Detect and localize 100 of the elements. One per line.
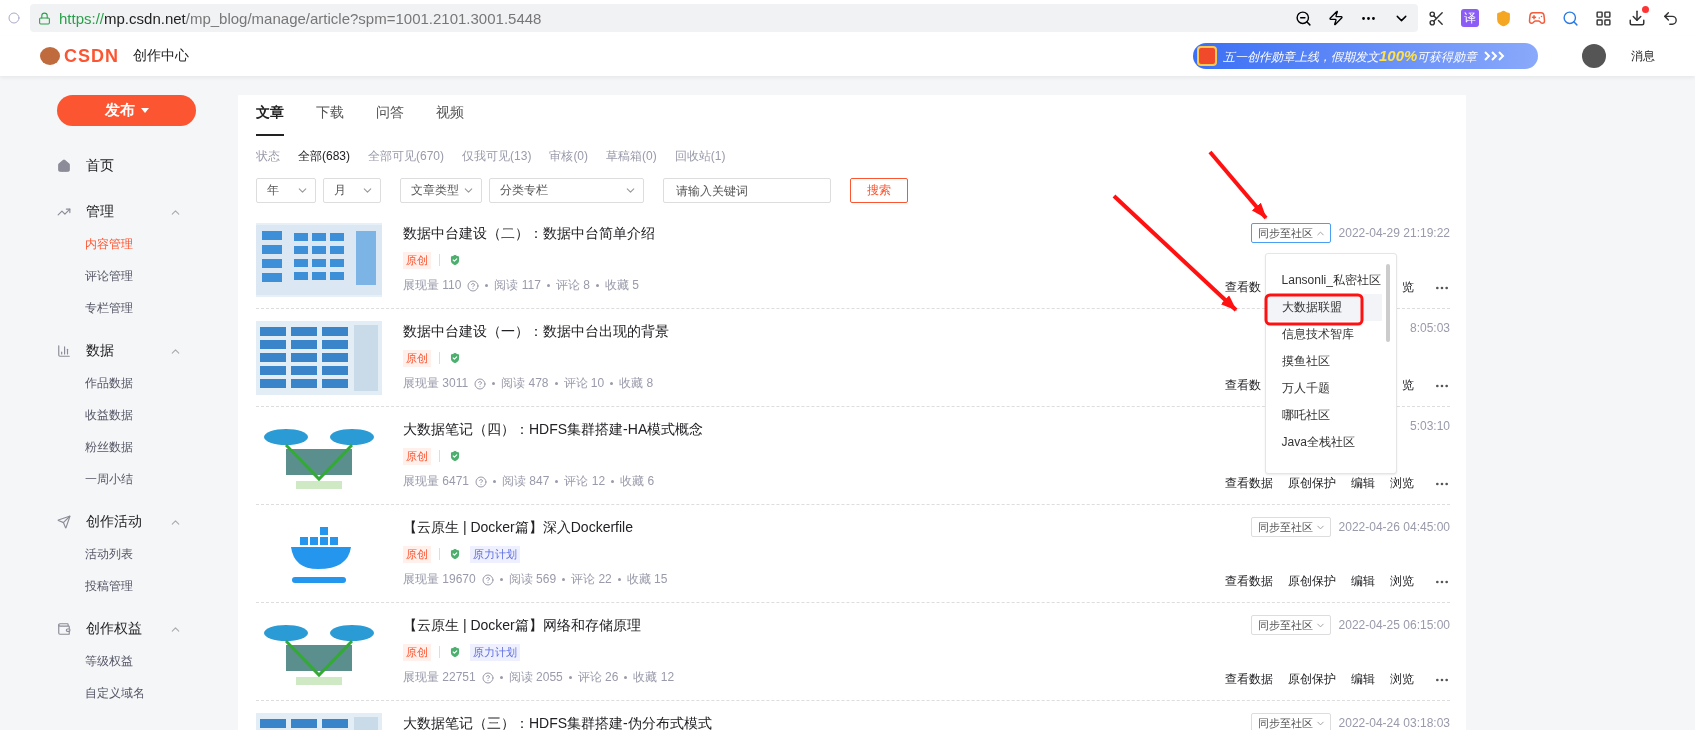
sidebar-item[interactable]: 专栏管理 [85,298,133,318]
sidebar-item[interactable]: 评论管理 [85,266,133,286]
filter-select[interactable]: 文章类型 [400,178,482,203]
shield-check-icon [448,449,462,463]
action-link[interactable]: 览 [1402,279,1414,296]
sidebar-item[interactable]: 作品数据 [85,373,133,393]
menu-item[interactable]: Lansonli_私密社区 [1265,267,1382,294]
menu-item[interactable]: 信息技术智库 [1265,321,1382,348]
article-stat: 展现量 3011 [403,375,469,392]
tab[interactable]: 视频 [436,104,464,136]
article-stat: 阅读 478 [501,375,549,392]
menu-item[interactable]: Java全栈社区 [1265,429,1382,456]
filter-select[interactable]: 分类专栏 [489,178,644,203]
article-title[interactable]: 大数据笔记（三）：HDFS集群搭建-伪分布式模式 [403,715,712,730]
original-tag: 原创 [403,447,431,465]
sidebar-section[interactable]: 数据 [86,342,169,360]
action-link[interactable]: 查看数 [1225,279,1261,296]
action-link[interactable]: 编辑 [1351,475,1375,492]
original-tag: 原创 [403,251,431,269]
article-stat: 收藏 6 [620,473,655,490]
article-stat: 收藏 15 [626,571,668,588]
sidebar-item[interactable]: 活动列表 [85,544,133,564]
translate-button[interactable]: 译 [1461,9,1479,27]
sync-dropdown[interactable]: 同步至社区 [1250,615,1331,635]
messages-link[interactable]: 消息 [1631,47,1655,65]
action-link[interactable]: 编辑 [1351,671,1375,688]
tab[interactable]: 文章 [256,104,284,136]
article-title[interactable]: 数据中台建设（二）：数据中台简单介绍 [403,225,655,243]
article-stat: 阅读 2055 [508,669,563,686]
sidebar-section[interactable]: 创作权益 [86,620,169,638]
action-link[interactable]: 查看数 [1225,377,1261,394]
address-bar[interactable]: https://mp.csdn.net/mp_blog/manage/article?spm=1001.2101.3001.5448 [30,4,1418,32]
scissors-icon[interactable] [1428,9,1445,27]
sidebar-item[interactable]: 等级权益 [85,651,133,671]
article-stat: 展现量 110 [403,277,462,294]
action-link[interactable]: 浏览 [1390,475,1414,492]
tab[interactable]: 下载 [316,104,344,136]
gamepad-icon[interactable] [1528,9,1546,27]
sidebar-item[interactable]: 投稿管理 [85,576,133,596]
search-icon[interactable] [1562,9,1579,27]
menu-item[interactable]: 万人千题 [1265,375,1382,402]
filter-select[interactable]: 年 [256,178,316,203]
download-icon[interactable] [1628,9,1646,27]
sync-dropdown[interactable]: 同步至社区 [1250,713,1331,730]
article-title[interactable]: 【云原生 | Docker篇】深入Dockerfile [403,519,633,537]
article-title[interactable]: 大数据笔记（四）：HDFS集群搭建-HA模式概念 [403,421,704,439]
grid-icon[interactable] [1595,9,1612,27]
caret-icon [140,108,149,113]
plan-tag: 原力计划 [470,545,520,563]
article-stat: 收藏 5 [604,277,639,294]
action-link[interactable]: 查看数据 [1225,475,1273,492]
page-icon [8,12,20,24]
original-tag: 原创 [403,545,431,563]
sidebar-item[interactable]: 一周小结 [85,469,133,489]
header-title: 创作中心 [133,47,189,65]
original-tag: 原创 [403,349,431,367]
action-link[interactable]: 原创保护 [1288,573,1336,590]
scrollbar[interactable] [1385,264,1390,342]
section-icon [57,515,71,529]
keyword-field[interactable]: 请输入关键词 [663,178,831,203]
sidebar-item[interactable]: 收益数据 [85,405,133,425]
avatar[interactable] [1582,44,1606,68]
original-tag: 原创 [403,643,431,661]
article-stat: 评论 26 [577,669,619,686]
notification-dot [1642,6,1649,13]
action-link[interactable]: 查看数据 [1225,671,1273,688]
action-link[interactable]: 查看数据 [1225,573,1273,590]
sidebar-item[interactable]: 粉丝数据 [85,437,133,457]
undo-icon[interactable] [1662,9,1679,27]
sidebar-section[interactable]: 创作活动 [86,513,169,531]
tab[interactable]: 问答 [376,104,404,136]
article-date: 5:03:10 [1409,419,1450,433]
action-link[interactable]: 浏览 [1390,573,1414,590]
article-stat: 展现量 19670 [403,571,476,588]
article-title[interactable]: 【云原生 | Docker篇】网络和存储原理 [403,617,641,635]
article-title[interactable]: 数据中台建设（一）：数据中台出现的背景 [403,323,669,341]
sync-dropdown[interactable]: 同步至社区 [1250,223,1331,243]
article-stat: 评论 12 [564,473,606,490]
article-stat: 阅读 847 [502,473,550,490]
sidebar-item[interactable]: 首页 [86,157,182,175]
action-link[interactable]: 浏览 [1390,671,1414,688]
sidebar-section[interactable]: 管理 [86,203,169,221]
section-icon [57,344,71,358]
status-filter[interactable]: 全部(683) [298,148,350,165]
action-link[interactable]: 原创保护 [1288,475,1336,492]
status-label: 状态 [256,148,280,165]
menu-item[interactable]: 摸鱼社区 [1265,348,1382,375]
article-date: 2022-04-26 04:45:00 [1338,520,1450,534]
promo-banner[interactable]: 五一创作勋章上线，假期发文100%可获得勋章 [1193,43,1538,69]
filter-select[interactable]: 月 [323,178,381,203]
action-link[interactable]: 原创保护 [1288,671,1336,688]
action-link[interactable]: 编辑 [1351,573,1375,590]
action-link[interactable]: 览 [1402,377,1414,394]
sync-dropdown[interactable]: 同步至社区 [1250,517,1331,537]
sidebar-item[interactable]: 自定义域名 [85,683,145,703]
article-stat: 收藏 12 [633,669,675,686]
zoom-out-icon[interactable] [1295,9,1312,27]
lightning-icon[interactable] [1328,9,1344,26]
menu-item[interactable]: 哪吒社区 [1265,402,1382,429]
article-stat: 展现量 22751 [403,669,476,686]
